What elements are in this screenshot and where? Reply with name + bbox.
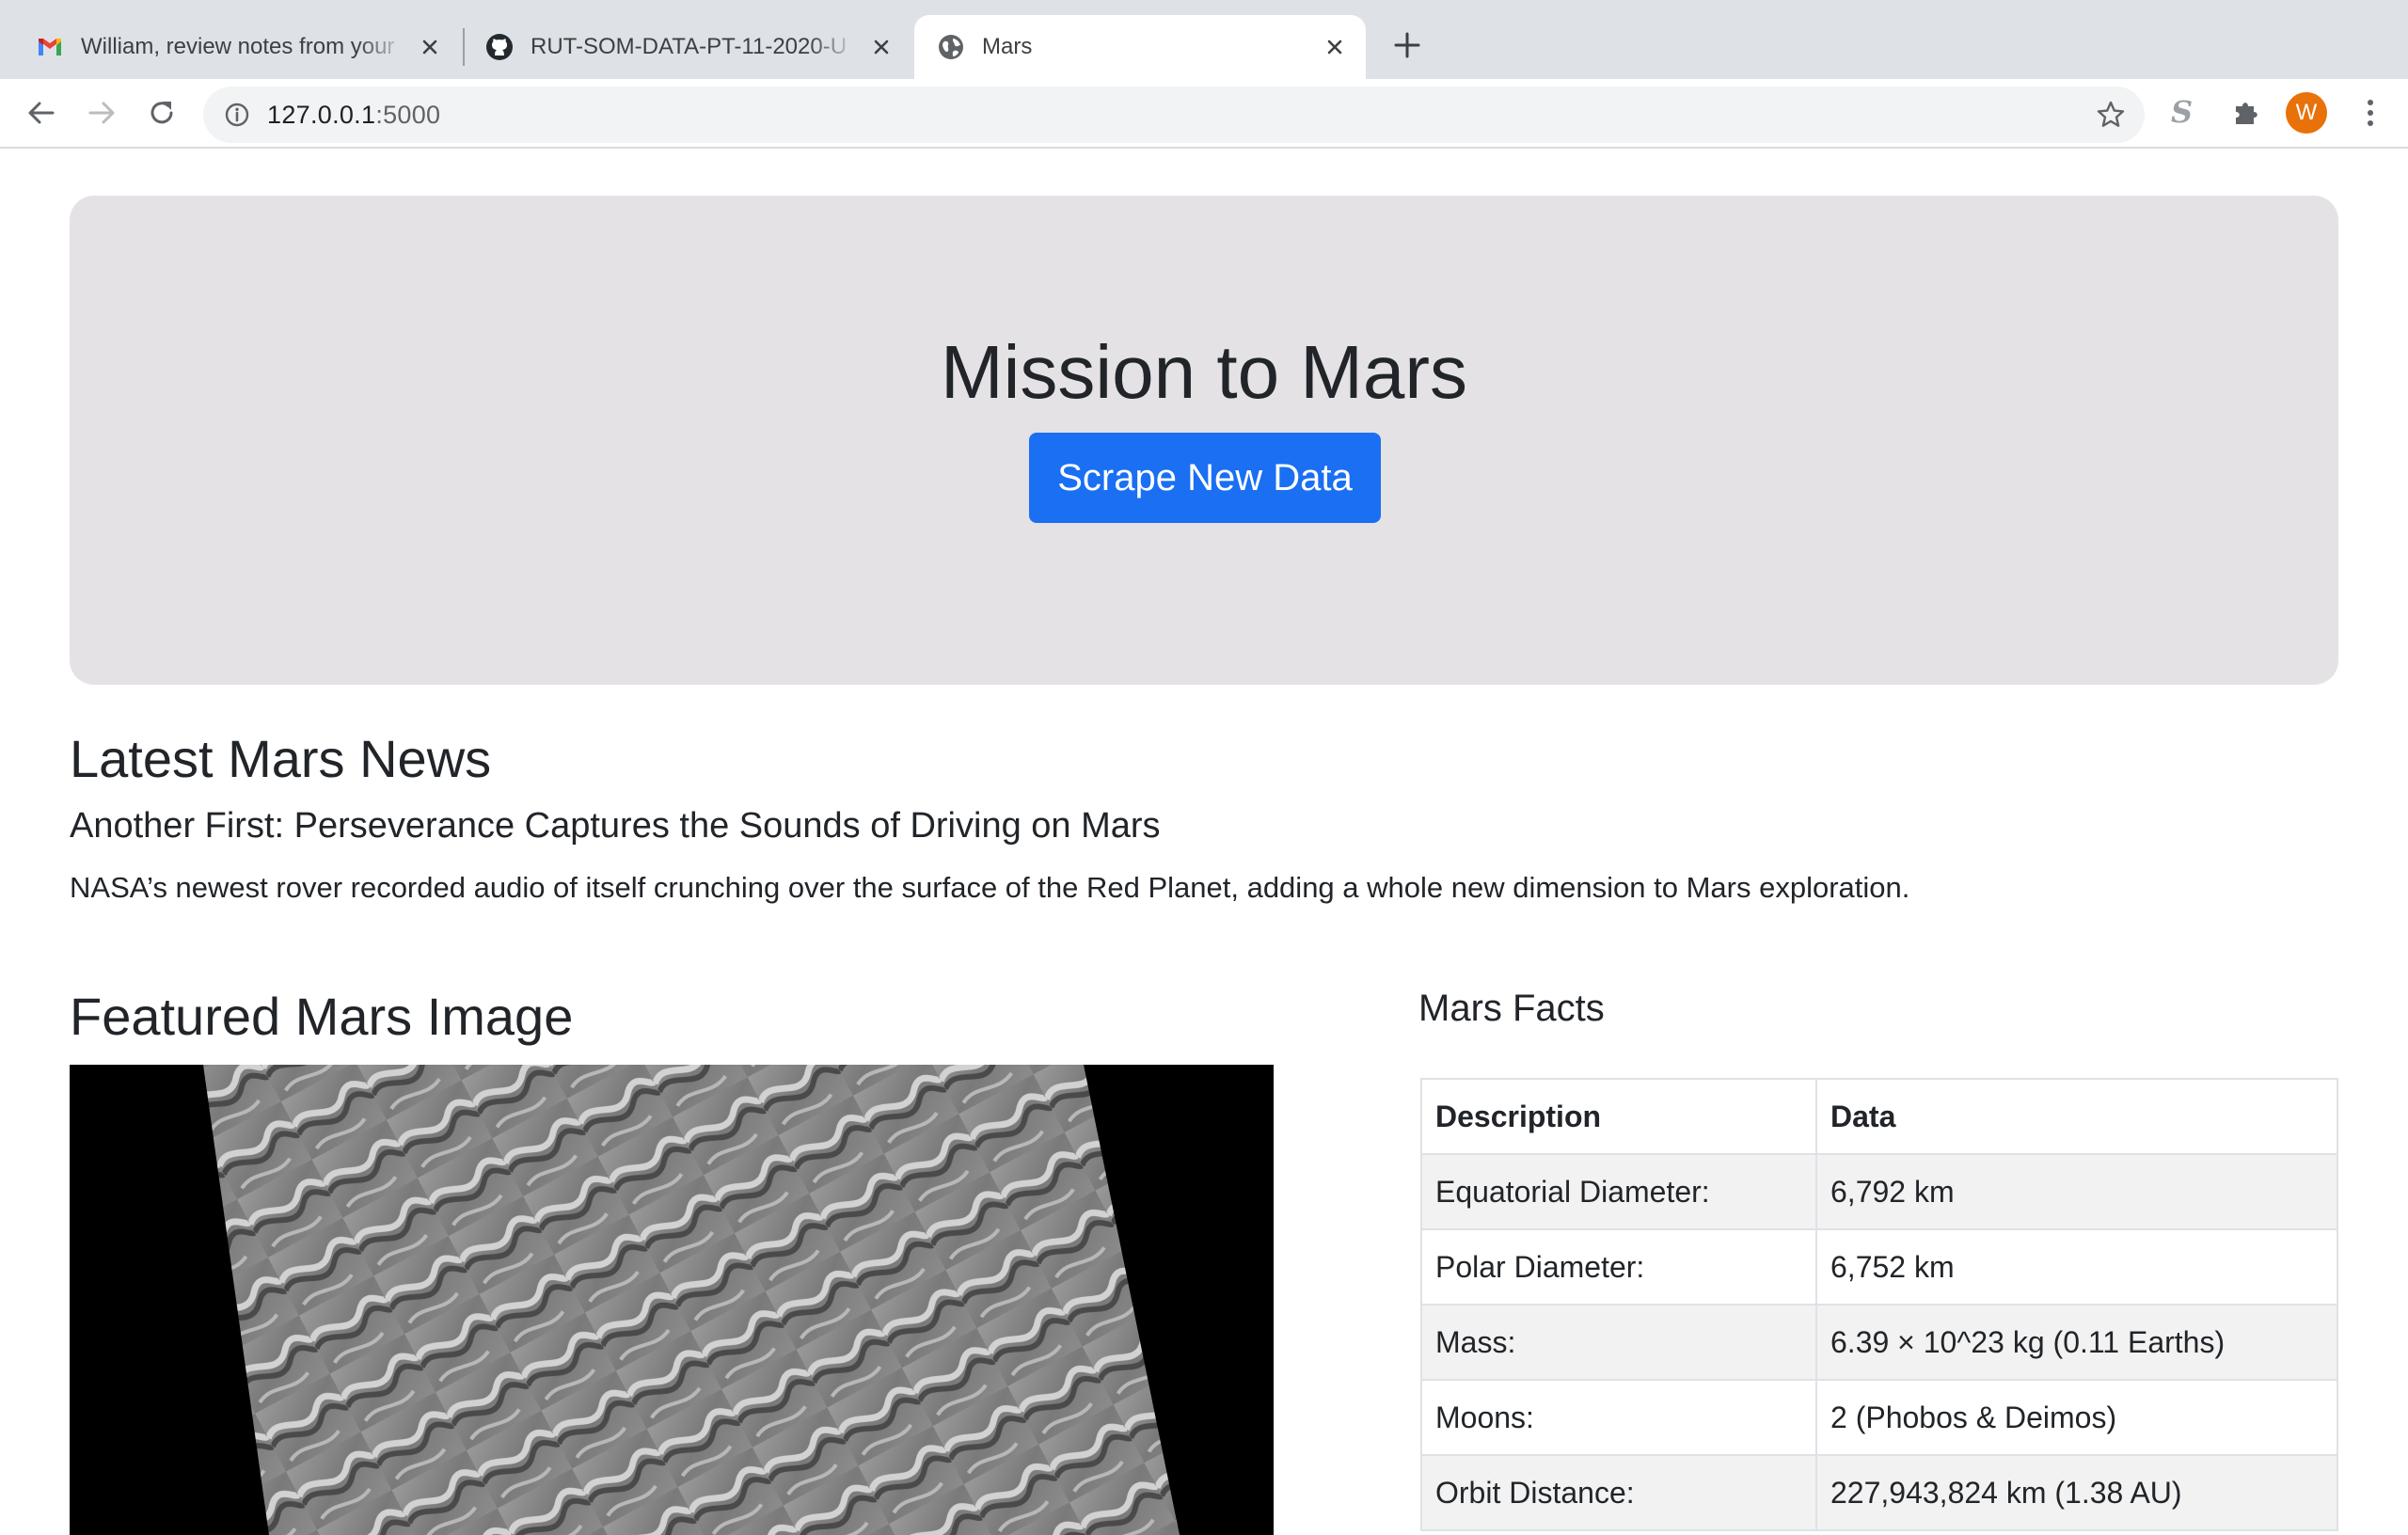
latest-news-heading: Latest Mars News xyxy=(70,729,492,788)
column-header-data: Data xyxy=(1815,1078,2338,1155)
mars-facts-heading: Mars Facts xyxy=(1418,988,1605,1029)
tab-title: William, review notes from your xyxy=(81,34,395,59)
reload-icon[interactable] xyxy=(145,96,179,130)
table-row: Orbit Distance: 227,943,824 km (1.38 AU) xyxy=(1420,1454,2338,1531)
fact-description: Orbit Distance: xyxy=(1420,1454,1817,1531)
column-header-description: Description xyxy=(1420,1078,1817,1155)
fact-value: 6,792 km xyxy=(1815,1153,2338,1230)
gmail-icon xyxy=(39,39,61,55)
new-tab-icon[interactable] xyxy=(1390,28,1424,62)
tab-title: Mars xyxy=(982,34,1033,59)
back-arrow-icon[interactable] xyxy=(24,96,58,130)
close-icon[interactable] xyxy=(871,37,892,57)
tab-title: RUT-SOM-DATA-PT-11-2020-U xyxy=(531,34,848,59)
globe-icon xyxy=(939,35,963,59)
scrape-new-data-button[interactable]: Scrape New Data xyxy=(1029,433,1381,523)
page-title: Mission to Mars xyxy=(940,330,1468,414)
fact-description: Mass: xyxy=(1420,1304,1817,1381)
fact-value: 6.39 × 10^23 kg (0.11 Earths) xyxy=(1815,1304,2338,1381)
fact-value: 227,943,824 km (1.38 AU) xyxy=(1815,1454,2338,1531)
info-icon[interactable] xyxy=(224,102,250,128)
news-title: Another First: Perseverance Captures the… xyxy=(70,806,1161,846)
fact-value: 2 (Phobos & Deimos) xyxy=(1815,1379,2338,1456)
profile-avatar[interactable]: W xyxy=(2286,92,2327,134)
fact-value: 6,752 km xyxy=(1815,1228,2338,1306)
tab-github[interactable]: RUT-SOM-DATA-PT-11-2020-U xyxy=(465,15,912,79)
mars-dunes-image xyxy=(70,1065,1274,1535)
close-icon[interactable] xyxy=(420,37,440,57)
mars-facts-table: Description Data Equatorial Diameter: 6,… xyxy=(1420,1078,2338,1531)
bookmark-star-icon[interactable] xyxy=(2096,100,2126,130)
tab-strip: William, review notes from your RUT-SOM-… xyxy=(0,0,2408,79)
table-row: Equatorial Diameter: 6,792 km xyxy=(1420,1153,2338,1230)
url-port: :5000 xyxy=(375,101,441,129)
forward-arrow-icon[interactable] xyxy=(85,96,119,130)
fact-description: Equatorial Diameter: xyxy=(1420,1153,1817,1230)
table-header-row: Description Data xyxy=(1420,1078,2338,1155)
table-row: Polar Diameter: 6,752 km xyxy=(1420,1228,2338,1306)
url-host: 127.0.0.1 xyxy=(267,101,376,129)
extension-s-icon[interactable]: S xyxy=(2171,94,2193,130)
tab-gmail[interactable]: William, review notes from your xyxy=(0,15,461,79)
fact-description: Polar Diameter: xyxy=(1420,1228,1817,1306)
featured-image-heading: Featured Mars Image xyxy=(70,987,574,1046)
browser-toolbar: 127.0.0.1:5000 S W xyxy=(0,79,2408,149)
address-bar[interactable]: 127.0.0.1:5000 xyxy=(203,87,2145,143)
close-icon[interactable] xyxy=(1324,37,1345,57)
github-icon xyxy=(486,34,513,60)
hero-jumbotron: Mission to Mars Scrape New Data xyxy=(70,196,2338,685)
news-paragraph: NASA’s newest rover recorded audio of it… xyxy=(70,871,1910,904)
url-text: 127.0.0.1:5000 xyxy=(267,101,440,130)
featured-mars-image xyxy=(70,1065,1274,1535)
tab-mars[interactable]: Mars xyxy=(914,15,1366,79)
fact-description: Moons: xyxy=(1420,1379,1817,1456)
menu-kebab-icon[interactable] xyxy=(2352,94,2389,132)
table-row: Mass: 6.39 × 10^23 kg (0.11 Earths) xyxy=(1420,1304,2338,1381)
table-row: Moons: 2 (Phobos & Deimos) xyxy=(1420,1379,2338,1456)
extensions-puzzle-icon[interactable] xyxy=(2229,96,2263,130)
